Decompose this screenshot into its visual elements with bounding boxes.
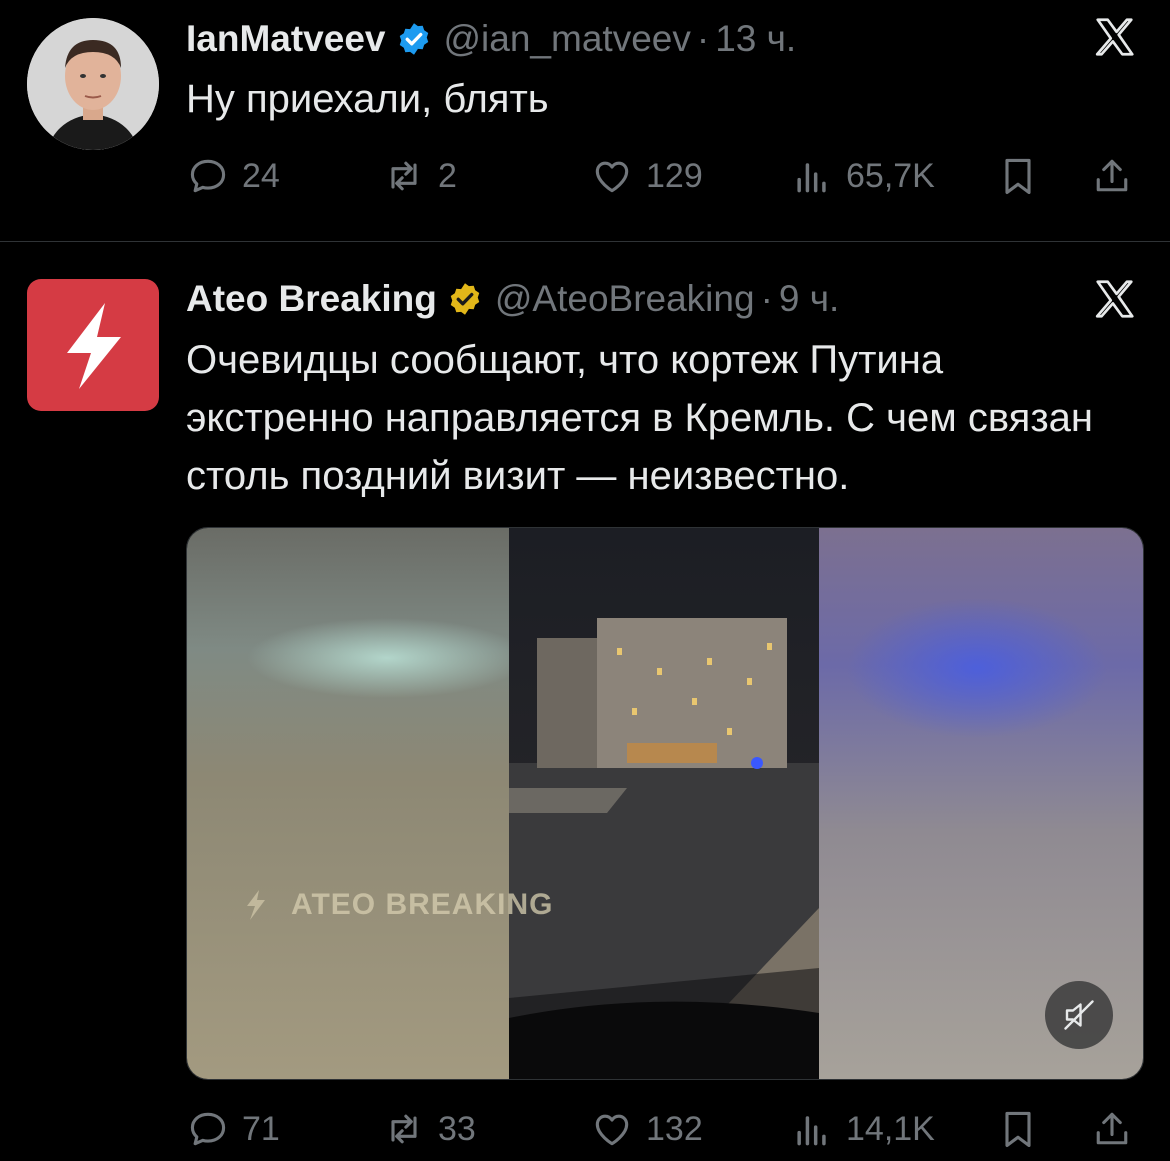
bookmark-button[interactable]: [996, 1104, 1052, 1154]
like-icon: [595, 161, 629, 193]
tweet-ian-matveev[interactable]: IanMatveev @ian_matveev · 13 ч. Ну приех…: [0, 0, 1170, 241]
bookmark-button[interactable]: [996, 151, 1052, 201]
handle[interactable]: @ian_matveev: [444, 18, 691, 60]
x-logo-icon[interactable]: [1090, 276, 1140, 322]
separator-dot: ·: [696, 18, 710, 59]
handle[interactable]: @AteoBreaking: [495, 278, 755, 320]
tweet-header: IanMatveev @ian_matveev · 13 ч.: [186, 14, 796, 64]
x-logo-icon[interactable]: [1090, 14, 1140, 60]
reply-count: 71: [242, 1109, 280, 1148]
retweet-icon: [391, 1114, 417, 1144]
timestamp[interactable]: 9 ч.: [779, 278, 839, 320]
share-button[interactable]: [1090, 151, 1146, 201]
like-count: 132: [646, 1109, 703, 1148]
like-count: 129: [646, 156, 703, 195]
action-bar: 24 2 129 65,7K: [186, 151, 1140, 201]
avatar-portrait: [27, 18, 159, 150]
retweet-icon: [391, 161, 417, 191]
separator-dot: ·: [760, 278, 773, 319]
watermark-text: ATEO BREAKING: [291, 888, 554, 921]
lightning-icon: [67, 303, 121, 389]
bookmark-icon: [1005, 1111, 1031, 1148]
tweet-text: Ну приехали, блять: [186, 77, 549, 121]
share-button[interactable]: [1090, 1104, 1146, 1154]
avatar[interactable]: [27, 18, 159, 150]
retweet-count: 2: [438, 156, 457, 195]
views-count: 14,1K: [846, 1109, 935, 1148]
display-name[interactable]: Ateo Breaking: [186, 278, 437, 320]
views-button[interactable]: 65,7K: [790, 151, 935, 201]
views-icon: [797, 163, 826, 193]
bookmark-icon: [1005, 158, 1031, 195]
timestamp[interactable]: 13 ч.: [715, 18, 796, 60]
verified-badge-icon: [399, 23, 428, 55]
action-bar: 71 33 132 14,1K: [186, 1104, 1140, 1154]
video-player[interactable]: ATEO BREAKING: [186, 527, 1144, 1080]
mute-icon: [1064, 1000, 1094, 1030]
reply-button[interactable]: 71: [186, 1104, 280, 1154]
retweet-button[interactable]: 2: [382, 151, 457, 201]
retweet-count: 33: [438, 1109, 476, 1148]
retweet-button[interactable]: 33: [382, 1104, 476, 1154]
tweet-header: Ateo Breaking @AteoBreaking · 9 ч.: [186, 274, 839, 324]
share-icon: [1096, 159, 1128, 192]
views-button[interactable]: 14,1K: [790, 1104, 935, 1154]
like-icon: [595, 1114, 629, 1146]
display-name[interactable]: IanMatveev: [186, 18, 386, 60]
avatar[interactable]: [27, 279, 159, 411]
reply-button[interactable]: 24: [186, 151, 280, 201]
verified-badge-icon: [450, 283, 480, 315]
reply-icon: [190, 159, 226, 193]
tweet-ateo-breaking[interactable]: Ateo Breaking @AteoBreaking · 9 ч. Очеви…: [0, 242, 1170, 1161]
reply-icon: [190, 1112, 226, 1146]
video-frame: [187, 528, 1143, 1079]
views-count: 65,7K: [846, 156, 935, 195]
views-icon: [797, 1116, 826, 1146]
like-button[interactable]: 129: [590, 151, 703, 201]
mute-toggle[interactable]: [1045, 981, 1113, 1049]
share-icon: [1096, 1112, 1128, 1145]
tweet-text: Очевидцы сообщают, что кортеж Путина экс…: [186, 338, 1093, 498]
like-button[interactable]: 132: [590, 1104, 703, 1154]
reply-count: 24: [242, 156, 280, 195]
